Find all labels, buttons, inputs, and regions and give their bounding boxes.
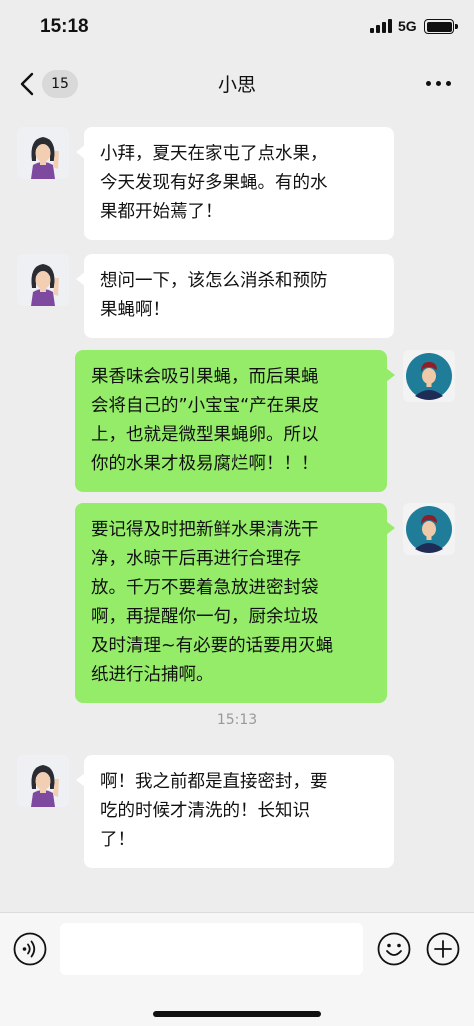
unread-count-badge: 15 [42, 70, 78, 98]
message-line: 果都开始蔫了！ [100, 202, 223, 222]
status-time: 15:18 [40, 16, 89, 37]
incoming-message[interactable]: 小拜，夏天在家屯了点水果， 今天发现有好多果蝇。有的水 果都开始蔫了！ [76, 127, 394, 240]
contact-avatar[interactable] [17, 254, 69, 306]
home-indicator[interactable] [153, 1011, 321, 1017]
message-line: 啊！我之前都是直接密封，要 [100, 772, 328, 792]
message-line: 放。千万不要着急放进密封袋 [91, 578, 319, 598]
status-bar: 15:18 5G [0, 0, 474, 54]
woman-avatar-icon [17, 254, 69, 306]
message-timestamp: 15:13 [216, 712, 258, 728]
voice-icon [13, 932, 47, 966]
outgoing-message[interactable]: 要记得及时把新鲜水果清洗干 净，水晾干后再进行合理存 放。千万不要着急放进密封袋… [75, 503, 395, 703]
more-functions-button[interactable] [426, 932, 460, 966]
chevron-left-icon [20, 72, 34, 96]
plus-icon [426, 932, 460, 966]
chat-title: 小思 [217, 74, 256, 96]
incoming-message[interactable]: 想问一下，该怎么消杀和预防 果蝇啊！ [76, 254, 394, 338]
message-line: 要记得及时把新鲜水果清洗干 [91, 520, 319, 540]
signal-strength-icon [370, 19, 394, 33]
voice-button[interactable] [13, 932, 47, 966]
battery-icon [424, 19, 458, 34]
message-line: 果香味会吸引果蝇，而后果蝇 [91, 367, 319, 387]
incoming-message[interactable]: 啊！我之前都是直接密封，要 吃的时候才清洗的！长知识 了！ [76, 755, 394, 868]
message-line: 净，水晾干后再进行合理存 [91, 549, 301, 569]
back-button[interactable]: 15 [12, 64, 82, 104]
woman-avatar-icon [17, 127, 69, 179]
message-line: 今天发现有好多果蝇。有的水 [100, 173, 328, 193]
my-avatar[interactable] [403, 350, 455, 402]
message-line: 会将自己的”小宝宝“产在果皮 [91, 396, 320, 416]
emoji-icon [377, 932, 411, 966]
message-line: 小拜，夏天在家屯了点水果， [100, 144, 328, 164]
man-avatar-icon [403, 503, 455, 555]
more-dots-icon [426, 81, 431, 86]
my-avatar[interactable] [403, 503, 455, 555]
emoji-button[interactable] [377, 932, 411, 966]
contact-avatar[interactable] [17, 127, 69, 179]
message-line: 啊，再提醒你一句，厨余垃圾 [91, 607, 319, 627]
contact-avatar[interactable] [17, 755, 69, 807]
message-line: 了！ [100, 830, 135, 850]
chat-header: 15 小思 [0, 54, 474, 112]
input-bar [0, 912, 474, 1026]
message-line: 果蝇啊！ [100, 300, 170, 320]
more-button[interactable] [418, 68, 458, 98]
man-avatar-icon [403, 350, 455, 402]
network-type: 5G [398, 18, 417, 34]
message-line: 吃的时候才清洗的！长知识 [100, 801, 310, 821]
outgoing-message[interactable]: 果香味会吸引果蝇，而后果蝇 会将自己的”小宝宝“产在果皮 上，也就是微型果蝇卵。… [75, 350, 395, 492]
message-input[interactable] [60, 923, 363, 975]
message-line: 你的水果才极易腐烂啊！！！ [91, 454, 319, 474]
woman-avatar-icon [17, 755, 69, 807]
message-line: 纸进行沾捕啊。 [91, 665, 214, 685]
message-line: 及时清理~有必要的话要用灭蝇 [91, 636, 334, 656]
message-line: 上，也就是微型果蝇卵。所以 [91, 425, 319, 445]
message-line: 想问一下，该怎么消杀和预防 [100, 271, 328, 291]
